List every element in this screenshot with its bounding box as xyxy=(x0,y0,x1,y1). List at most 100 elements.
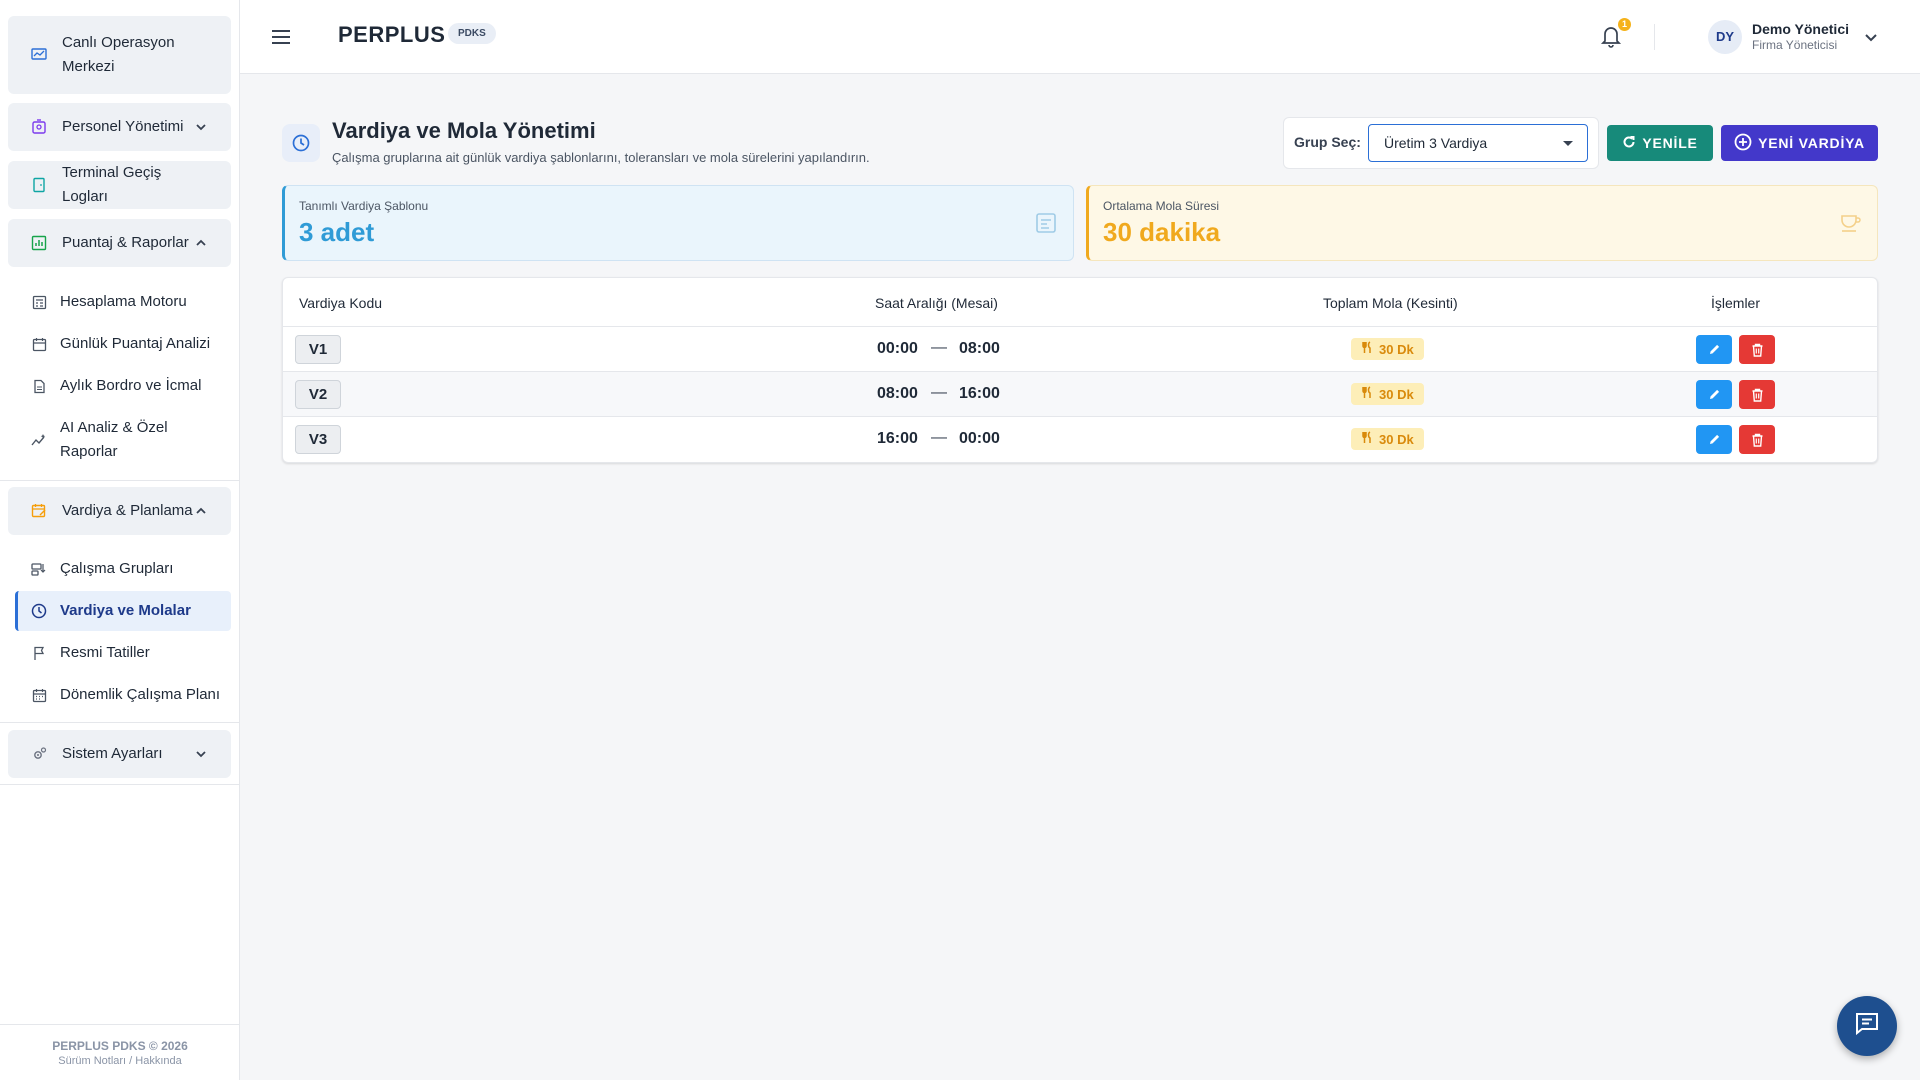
calculator-icon xyxy=(30,293,48,311)
bar-chart-icon xyxy=(30,234,48,252)
column-header-code: Vardiya Kodu xyxy=(299,295,383,311)
sidebar-item-label: Çalışma Grupları xyxy=(60,560,174,577)
pencil-icon xyxy=(1709,389,1719,399)
pencil-icon xyxy=(1709,434,1719,444)
shift-end: 16:00 xyxy=(959,385,1000,402)
chevron-down-icon xyxy=(193,119,209,135)
nav-group-personnel[interactable]: Personel Yönetimi xyxy=(8,103,231,151)
edit-button[interactable] xyxy=(1696,425,1732,454)
break-badge: 30 Dk xyxy=(1351,428,1424,450)
nav-group-vardiya-planning[interactable]: Vardiya & Planlama xyxy=(8,487,231,535)
shift-code: V3 xyxy=(295,425,341,454)
sidebar-item-daily-puantaj[interactable]: Günlük Puantaj Analizi xyxy=(30,324,230,364)
user-role: Firma Yöneticisi xyxy=(1752,38,1838,52)
nav-group-label: Sistem Ayarları xyxy=(62,745,163,762)
id-badge-icon xyxy=(30,118,48,136)
pencil-icon xyxy=(1709,344,1719,354)
new-shift-button[interactable]: YENİ VARDİYA xyxy=(1721,125,1878,161)
break-value: 30 Dk xyxy=(1379,386,1414,402)
release-notes-link[interactable]: Sürüm Notları / Hakkında xyxy=(0,1055,240,1067)
plus-circle-icon xyxy=(1734,133,1752,154)
calendar-grid-icon xyxy=(30,686,48,704)
chat-button[interactable] xyxy=(1837,996,1897,1056)
refresh-icon xyxy=(1622,135,1636,152)
trend-sparkle-icon xyxy=(30,431,48,449)
flag-icon xyxy=(30,644,48,662)
sidebar-item-label: Hesaplama Motoru xyxy=(60,293,187,310)
edit-button[interactable] xyxy=(1696,335,1732,364)
group-select[interactable]: Üretim 3 Vardiya xyxy=(1368,124,1588,162)
gears-icon xyxy=(30,745,48,763)
shift-start: 00:00 xyxy=(877,340,918,357)
copyright-text: PERPLUS PDKS © 2026 xyxy=(52,1039,188,1053)
divider xyxy=(0,784,240,785)
stat-card-break: Ortalama Mola Süresi 30 dakika xyxy=(1086,185,1878,261)
edit-button[interactable] xyxy=(1696,380,1732,409)
caret-down-icon xyxy=(1563,141,1573,146)
divider xyxy=(0,722,240,723)
nav-group-system-settings[interactable]: Sistem Ayarları xyxy=(8,730,231,778)
door-icon xyxy=(30,176,48,194)
sidebar-item-monthly-payroll[interactable]: Aylık Bordro ve İcmal xyxy=(30,366,230,406)
table-row: V2 08:00 — 16:00 30 Dk xyxy=(283,372,1877,417)
divider xyxy=(1654,24,1655,50)
nav-group-label: Vardiya & Planlama xyxy=(62,502,193,519)
break-value: 30 Dk xyxy=(1379,431,1414,447)
cutlery-icon xyxy=(1361,341,1373,357)
nav-group-label: Puantaj & Raporlar xyxy=(62,234,189,251)
chat-icon xyxy=(1854,1011,1880,1042)
sidebar-item-label: Aylık Bordro ve İcmal xyxy=(60,377,202,394)
column-header-break: Toplam Mola (Kesinti) xyxy=(1323,295,1458,311)
trash-icon xyxy=(1752,343,1762,357)
sidebar-item-label: Dönemlik Çalışma Planı xyxy=(60,686,221,703)
sidebar-item-shifts-breaks[interactable]: Vardiya ve Molalar xyxy=(15,591,231,631)
shift-table: Vardiya Kodu Saat Aralığı (Mesai) Toplam… xyxy=(282,277,1878,463)
trash-icon xyxy=(1752,433,1762,447)
sidebar-item-label: Günlük Puantaj Analizi xyxy=(60,335,211,352)
clock-icon xyxy=(282,124,320,162)
chevron-down-icon[interactable] xyxy=(1862,28,1880,46)
break-value: 30 Dk xyxy=(1379,341,1414,357)
group-select-label: Grup Seç: xyxy=(1294,134,1361,150)
table-row: V1 00:00 — 08:00 30 Dk xyxy=(283,327,1877,372)
nav-group-label: Personel Yönetimi xyxy=(62,118,184,135)
delete-button[interactable] xyxy=(1739,380,1775,409)
nav-group-label: Terminal Geçiş Logları xyxy=(62,164,162,205)
sidebar-item-ai-analysis[interactable]: AI Analiz & Özel Raporlar xyxy=(30,414,230,466)
delete-button[interactable] xyxy=(1739,425,1775,454)
avatar[interactable]: DY xyxy=(1708,20,1742,54)
break-badge: 30 Dk xyxy=(1351,338,1424,360)
page-title: Vardiya ve Mola Yönetimi xyxy=(332,118,596,143)
nav-group-label: Canlı Operasyon Merkezi xyxy=(62,34,175,75)
sidebar-footer: PERPLUS PDKS © 2026 Sürüm Notları / Hakk… xyxy=(0,1024,240,1080)
menu-icon[interactable] xyxy=(270,26,292,48)
clock-icon xyxy=(30,602,48,620)
chevron-down-icon xyxy=(193,746,209,762)
sidebar-item-holidays[interactable]: Resmi Tatiller xyxy=(30,633,230,673)
trash-icon xyxy=(1752,388,1762,402)
chevron-up-icon xyxy=(193,503,209,519)
column-header-actions: İşlemler xyxy=(1711,295,1761,311)
sidebar-item-work-groups[interactable]: Çalışma Grupları xyxy=(30,549,230,589)
range-dash: — xyxy=(931,429,947,446)
sidebar-item-period-plan[interactable]: Dönemlik Çalışma Planı xyxy=(30,675,230,715)
refresh-button-label: YENİLE xyxy=(1642,135,1698,151)
stat-caption: Ortalama Mola Süresi xyxy=(1103,199,1220,213)
nav-group-terminal-logs[interactable]: Terminal Geçiş Logları xyxy=(8,161,231,209)
refresh-button[interactable]: YENİLE xyxy=(1607,125,1713,161)
group-select-value: Üretim 3 Vardiya xyxy=(1384,135,1488,151)
nav-group-live-operations[interactable]: Canlı Operasyon Merkezi xyxy=(8,16,231,94)
sidebar-item-label: Vardiya ve Molalar xyxy=(60,602,191,619)
delete-button[interactable] xyxy=(1739,335,1775,364)
notification-badge: 1 xyxy=(1618,18,1631,31)
stat-value: 30 dakika xyxy=(1103,217,1221,247)
shift-end: 08:00 xyxy=(959,340,1000,357)
sidebar-item-calculation-engine[interactable]: Hesaplama Motoru xyxy=(30,282,230,322)
sidebar-item-label: Resmi Tatiller xyxy=(60,644,150,661)
brand-logo[interactable]: PERPLUS xyxy=(338,22,445,48)
template-icon xyxy=(1035,212,1057,234)
range-dash: — xyxy=(931,384,947,401)
nav-group-puantaj-reports[interactable]: Puantaj & Raporlar xyxy=(8,219,231,267)
monitor-icon xyxy=(30,46,48,64)
user-name[interactable]: Demo Yönetici xyxy=(1752,21,1849,37)
